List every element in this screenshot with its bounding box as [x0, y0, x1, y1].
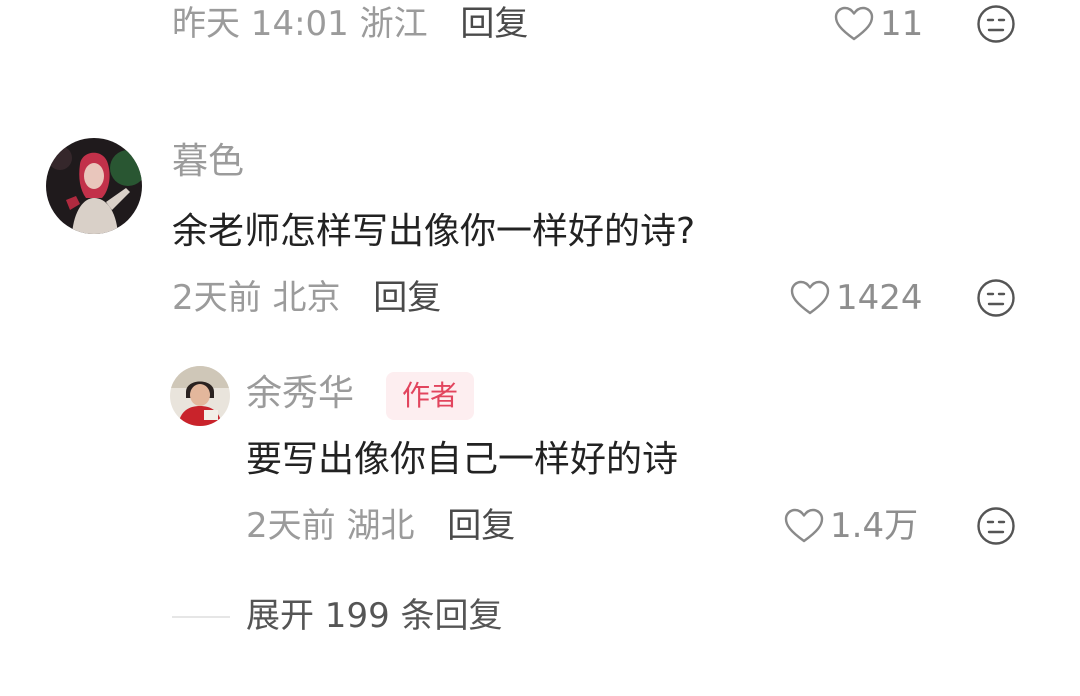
reply-location: 湖北 [346, 506, 415, 546]
top-comment-like-count: 11 [880, 4, 924, 44]
author-avatar-image [170, 366, 230, 426]
comment-location: 北京 [272, 278, 341, 318]
comment-time: 2天前 [172, 278, 262, 318]
commenter-username[interactable]: 暮色 [172, 140, 244, 184]
top-comment-location: 浙江 [359, 4, 428, 44]
comment-reply-button[interactable]: 回复 [373, 278, 441, 318]
comment-text: 余老师怎样写出像你一样好的诗? [172, 211, 696, 252]
top-comment-meta: 昨天 14:01 浙江 回复 [172, 4, 528, 44]
reply-time: 2天前 [246, 506, 336, 546]
top-comment-like-button[interactable]: 11 [834, 4, 923, 44]
comment-like-button[interactable]: 1424 [790, 278, 923, 318]
comment-meta: 2天前 北京 回复 [172, 278, 441, 318]
reply-meta: 2天前 湖北 回复 [246, 506, 515, 546]
heart-outline-icon [784, 508, 824, 543]
heart-outline-icon [790, 280, 830, 315]
reply-reply-button[interactable]: 回复 [447, 506, 515, 546]
frown-face-icon[interactable] [976, 278, 1016, 318]
heart-outline-icon [834, 6, 874, 41]
expand-replies-button[interactable]: 展开 199 条回复 [246, 596, 503, 636]
reply-like-button[interactable]: 1.4万 [784, 506, 918, 546]
commenter-avatar-image [46, 138, 142, 234]
top-comment-reply-button[interactable]: 回复 [460, 4, 528, 44]
author-avatar[interactable] [170, 366, 230, 426]
commenter-avatar[interactable] [46, 138, 142, 234]
frown-face-icon[interactable] [976, 4, 1016, 44]
author-username[interactable]: 余秀华 [246, 372, 354, 416]
top-comment-time: 昨天 14:01 [172, 4, 349, 44]
reply-like-count: 1.4万 [830, 506, 919, 546]
comment-like-count: 1424 [836, 278, 923, 318]
frown-face-icon[interactable] [976, 506, 1016, 546]
reply-text: 要写出像你自己一样好的诗 [246, 439, 679, 480]
expand-divider [172, 616, 230, 618]
author-badge: 作者 [386, 372, 475, 420]
